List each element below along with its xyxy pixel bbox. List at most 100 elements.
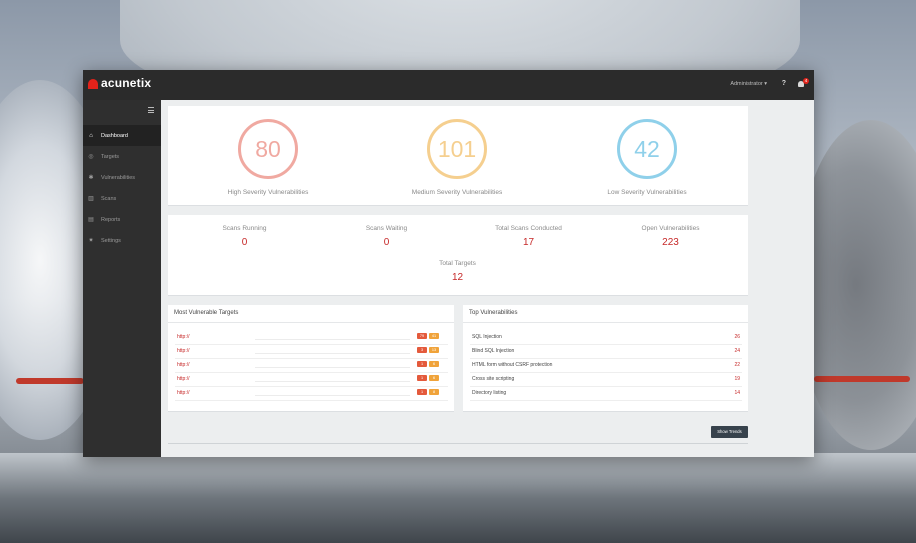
sidebar-item-label: Dashboard: [101, 132, 128, 139]
background-wing-right: [814, 376, 910, 382]
stat-scans-running: Scans Running 0: [172, 225, 317, 248]
content-divider: [168, 443, 748, 444]
low-severity-gauge[interactable]: 42 Low Severity Vulnerabilities: [582, 119, 712, 196]
high-severity-count: 80: [255, 135, 281, 162]
sidebar-item-label: Vulnerabilities: [101, 174, 136, 181]
sidebar-item-scans[interactable]: ▥ Scans: [83, 188, 161, 209]
stat-total-targets: Total Targets 12: [385, 260, 530, 283]
target-link[interactable]: http://: [177, 334, 190, 340]
row-divider: [255, 339, 410, 340]
report-icon: ▤: [88, 217, 94, 223]
sidebar-nav: ⌂ Dashboard ◎ Targets ✱ Vulnerabilities …: [83, 125, 161, 251]
table-row: http:// 1 6: [175, 358, 448, 373]
top-bar: acunetix Administrator ▾ ? 4: [83, 70, 814, 100]
target-link[interactable]: http://: [177, 362, 190, 368]
panel-title: Top Vulnerabilities: [463, 305, 748, 323]
stat-value[interactable]: 223: [598, 237, 743, 248]
background-floor: [0, 453, 916, 543]
stat-value[interactable]: 17: [456, 237, 601, 248]
stat-value[interactable]: 0: [314, 237, 459, 248]
stat-label: Scans Running: [222, 225, 267, 232]
table-row: http:// 79 41: [175, 330, 448, 345]
sidebar: ⌂ Dashboard ◎ Targets ✱ Vulnerabilities …: [83, 100, 161, 457]
row-divider: [255, 395, 410, 396]
target-link[interactable]: http://: [177, 390, 190, 396]
sidebar-item-settings[interactable]: ✷ Settings: [83, 230, 161, 251]
target-icon: ◎: [88, 154, 94, 160]
vulnerability-name: SQL Injection: [472, 334, 502, 340]
stat-value[interactable]: 0: [172, 237, 317, 248]
bug-icon: ✱: [88, 175, 94, 181]
notification-badge: 4: [803, 78, 809, 84]
sidebar-item-vulnerabilities[interactable]: ✱ Vulnerabilities: [83, 167, 161, 188]
high-count-badge: 3: [417, 347, 427, 353]
high-severity-gauge[interactable]: 80 High Severity Vulnerabilities: [203, 119, 333, 196]
list-item[interactable]: Cross site scripting 19: [470, 372, 742, 387]
list-item[interactable]: HTML form without CSRF protection 22: [470, 358, 742, 373]
medium-count-badge: 8: [429, 389, 439, 395]
row-divider: [255, 353, 410, 354]
medium-severity-label: Medium Severity Vulnerabilities: [411, 189, 503, 196]
panel-title: Most Vulnerable Targets: [168, 305, 454, 323]
low-severity-label: Low Severity Vulnerabilities: [607, 189, 687, 196]
background-cloud-right: [796, 120, 916, 450]
stat-label: Total Scans Conducted: [495, 225, 562, 232]
background-wing-left: [16, 378, 84, 384]
menu-toggle-icon[interactable]: [148, 107, 154, 115]
sidebar-item-targets[interactable]: ◎ Targets: [83, 146, 161, 167]
table-row: http:// 1 8: [175, 386, 448, 401]
row-divider: [255, 381, 410, 382]
top-vulnerabilities-panel: Top Vulnerabilities SQL Injection 26 Bli…: [463, 305, 748, 412]
stats-card: Scans Running 0 Scans Waiting 0 Total Sc…: [168, 215, 748, 296]
sidebar-item-label: Reports: [101, 216, 121, 223]
high-severity-ring: 80: [238, 119, 298, 179]
user-menu[interactable]: Administrator ▾: [730, 81, 767, 87]
main-content: 80 High Severity Vulnerabilities 101 Med…: [161, 100, 814, 457]
list-item[interactable]: Directory listing 14: [470, 386, 742, 401]
table-row: http:// 3 13: [175, 344, 448, 359]
medium-severity-ring: 101: [427, 119, 487, 179]
sidebar-item-dashboard[interactable]: ⌂ Dashboard: [83, 125, 161, 146]
medium-severity-count: 101: [437, 135, 477, 162]
vulnerability-name: Blind SQL Injection: [472, 348, 515, 354]
stat-value[interactable]: 12: [385, 272, 530, 283]
stat-total-scans: Total Scans Conducted 17: [456, 225, 601, 248]
stat-open-vulnerabilities: Open Vulnerabilities 223: [598, 225, 743, 248]
list-item[interactable]: SQL Injection 26: [470, 330, 742, 345]
help-icon[interactable]: ?: [782, 80, 786, 87]
logo-text: acunetix: [101, 76, 152, 90]
sidebar-item-reports[interactable]: ▤ Reports: [83, 209, 161, 230]
row-divider: [255, 367, 410, 368]
app-window: acunetix Administrator ▾ ? 4 ⌂ Dashboard…: [83, 70, 814, 457]
vulnerability-name: HTML form without CSRF protection: [472, 362, 553, 368]
medium-count-badge: 6: [429, 361, 439, 367]
most-vulnerable-targets-panel: Most Vulnerable Targets http:// 79 41 ht…: [168, 305, 454, 412]
list-item[interactable]: Blind SQL Injection 24: [470, 344, 742, 359]
high-count-badge: 1: [417, 389, 427, 395]
chart-icon: ▥: [88, 196, 94, 202]
sidebar-item-label: Targets: [101, 153, 120, 160]
vulnerability-count: 19: [734, 376, 740, 382]
show-trends-button[interactable]: Show Trends: [711, 426, 748, 438]
high-count-badge: 1: [417, 375, 427, 381]
medium-count-badge: 41: [429, 333, 439, 339]
stat-label: Open Vulnerabilities: [641, 225, 700, 232]
gear-icon: ✷: [88, 238, 94, 244]
target-link[interactable]: http://: [177, 376, 190, 382]
sidebar-item-label: Settings: [101, 237, 121, 244]
high-count-badge: 79: [417, 333, 427, 339]
target-link[interactable]: http://: [177, 348, 190, 354]
vulnerability-count: 26: [734, 334, 740, 340]
vulnerability-count: 22: [734, 362, 740, 368]
vulnerability-count: 14: [734, 390, 740, 396]
dashboard-icon: ⌂: [89, 132, 93, 139]
medium-count-badge: 6: [429, 375, 439, 381]
vulnerability-name: Directory listing: [472, 390, 507, 396]
medium-severity-gauge[interactable]: 101 Medium Severity Vulnerabilities: [392, 119, 522, 196]
logo[interactable]: acunetix: [88, 76, 151, 90]
severity-card: 80 High Severity Vulnerabilities 101 Med…: [168, 106, 748, 206]
sidebar-item-label: Scans: [101, 195, 117, 202]
high-count-badge: 1: [417, 361, 427, 367]
stat-scans-waiting: Scans Waiting 0: [314, 225, 459, 248]
high-severity-label: High Severity Vulnerabilities: [227, 189, 309, 196]
